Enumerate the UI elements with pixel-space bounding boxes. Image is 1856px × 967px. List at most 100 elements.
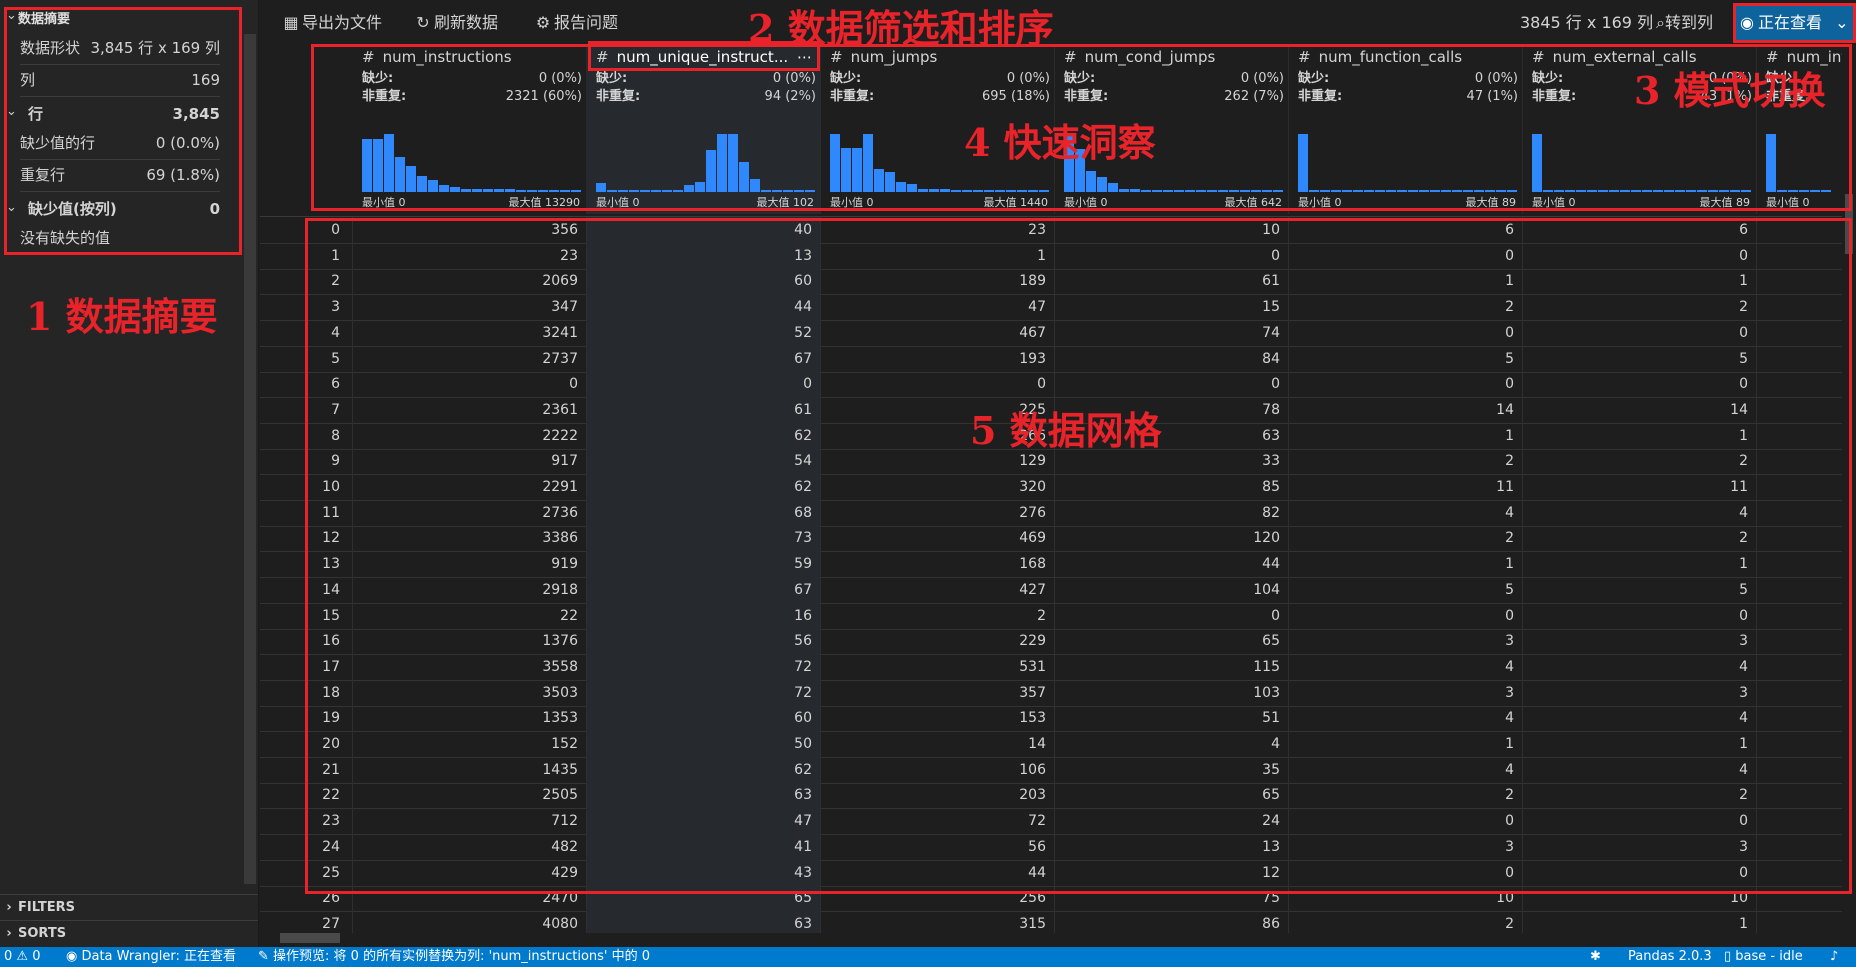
table-cell[interactable]: 2291	[353, 474, 587, 500]
table-cell[interactable]: 65	[1055, 628, 1289, 655]
table-row[interactable]: 5 2737 67 193 84 5 5	[260, 345, 1842, 373]
table-cell[interactable]: 2470	[353, 885, 587, 912]
table-cell[interactable]: 1	[1289, 551, 1523, 578]
table-cell[interactable]: 73	[587, 525, 821, 552]
table-cell[interactable]: 60	[587, 268, 821, 295]
table-cell[interactable]: 85	[1055, 474, 1289, 500]
table-cell[interactable]: 3	[1523, 679, 1757, 706]
column-title[interactable]: # num_cond_jumps	[1064, 48, 1215, 66]
table-cell[interactable]: 3241	[353, 319, 587, 346]
table-cell[interactable]: 1	[1523, 551, 1757, 578]
table-cell[interactable]: 1	[1289, 422, 1523, 449]
table-cell[interactable]: 4	[1523, 756, 1757, 783]
table-cell[interactable]: 320	[821, 474, 1055, 500]
table-cell[interactable]: 63	[587, 910, 821, 933]
column-title[interactable]: # num_instructions	[362, 48, 512, 66]
table-cell[interactable]: 23	[821, 217, 1055, 243]
table-cell[interactable]: 4	[1289, 756, 1523, 783]
table-cell[interactable]: 50	[587, 731, 821, 757]
table-row[interactable]: 13 919 59 168 44 1 1	[260, 551, 1842, 579]
table-cell[interactable]: 0	[353, 371, 587, 398]
table-cell[interactable]: 40	[587, 217, 821, 243]
table-cell[interactable]: 43	[587, 859, 821, 886]
table-cell[interactable]: 1435	[353, 756, 587, 783]
chevron-down-icon[interactable]: ⌄	[6, 200, 17, 215]
table-row[interactable]: 20 152 50 14 4 1 1	[260, 731, 1842, 758]
table-cell[interactable]: 2361	[353, 396, 587, 423]
table-cell[interactable]: 1	[1523, 910, 1757, 933]
table-cell[interactable]: 315	[821, 910, 1055, 933]
table-cell[interactable]: 2	[1289, 448, 1523, 475]
table-cell[interactable]: 16	[587, 602, 821, 629]
table-cell[interactable]: 62	[587, 422, 821, 449]
table-cell[interactable]: 5	[1289, 576, 1523, 603]
vertical-scrollbar[interactable]	[1842, 44, 1856, 932]
table-cell[interactable]: 3	[1523, 628, 1757, 655]
table-cell[interactable]: 11	[1523, 474, 1757, 500]
table-row[interactable]: 11 2736 68 276 82 4 4	[260, 499, 1842, 527]
table-cell[interactable]: 6	[1523, 217, 1757, 243]
table-cell[interactable]: 0	[1289, 859, 1523, 886]
table-cell[interactable]: 0	[1523, 371, 1757, 398]
table-cell[interactable]: 12	[1055, 859, 1289, 886]
table-cell[interactable]: 229	[821, 628, 1055, 655]
table-cell[interactable]: 13	[587, 242, 821, 269]
table-cell[interactable]: 75	[1055, 885, 1289, 912]
table-cell[interactable]: 168	[821, 551, 1055, 578]
table-cell[interactable]: 103	[1055, 679, 1289, 706]
column-histogram[interactable]	[1766, 124, 1842, 192]
table-cell[interactable]: 22	[353, 602, 587, 629]
table-cell[interactable]: 712	[353, 808, 587, 835]
table-cell[interactable]: 0	[1289, 808, 1523, 835]
table-cell[interactable]: 54	[587, 448, 821, 475]
table-cell[interactable]: 47	[821, 294, 1055, 321]
table-cell[interactable]: 0	[1055, 242, 1289, 269]
table-cell[interactable]: 47	[587, 808, 821, 835]
table-cell[interactable]: 1	[1289, 268, 1523, 295]
table-cell[interactable]: 1	[1523, 422, 1757, 449]
table-cell[interactable]: 44	[821, 859, 1055, 886]
table-cell[interactable]: 276	[821, 499, 1055, 526]
table-cell[interactable]: 3	[1289, 679, 1523, 706]
horizontal-scrollbar[interactable]	[280, 933, 340, 943]
table-cell[interactable]: 4	[1055, 731, 1289, 757]
operation-preview[interactable]: ✎ 操作预览: 将 0 的所有实例替换为列: 'num_instructions…	[258, 947, 650, 967]
table-cell[interactable]: 115	[1055, 653, 1289, 680]
table-cell[interactable]: 1	[1523, 731, 1757, 757]
column-histogram[interactable]	[1298, 124, 1517, 192]
table-cell[interactable]: 0	[1523, 242, 1757, 269]
table-cell[interactable]: 65	[1055, 782, 1289, 809]
table-cell[interactable]: 0	[1289, 371, 1523, 398]
kernel-status[interactable]: ▯ base - idle	[1724, 947, 1803, 967]
table-cell[interactable]: 0	[1055, 371, 1289, 398]
table-cell[interactable]: 356	[353, 217, 587, 243]
table-row[interactable]: 18 3503 72 357 103 3 3	[260, 679, 1842, 707]
table-cell[interactable]: 14	[1289, 396, 1523, 423]
column-histogram[interactable]	[1532, 124, 1751, 192]
table-cell[interactable]: 72	[821, 808, 1055, 835]
table-cell[interactable]: 3	[1289, 628, 1523, 655]
table-row[interactable]: 16 1376 56 229 65 3 3	[260, 628, 1842, 656]
table-cell[interactable]: 44	[1055, 551, 1289, 578]
table-cell[interactable]: 56	[821, 833, 1055, 860]
table-cell[interactable]: 2918	[353, 576, 587, 603]
table-cell[interactable]: 4	[1289, 653, 1523, 680]
export-button[interactable]: ▦ 导出为文件	[280, 12, 382, 34]
table-row[interactable]: 6000000	[260, 371, 1842, 399]
table-cell[interactable]: 68	[587, 499, 821, 526]
table-cell[interactable]: 4	[1289, 499, 1523, 526]
table-cell[interactable]: 62	[587, 756, 821, 783]
table-cell[interactable]: 4	[1523, 499, 1757, 526]
table-cell[interactable]: 0	[821, 371, 1055, 398]
table-row[interactable]: 21 1435 62 106 35 4 4	[260, 756, 1842, 784]
table-cell[interactable]: 65	[587, 885, 821, 912]
table-cell[interactable]: 256	[821, 885, 1055, 912]
table-cell[interactable]: 357	[821, 679, 1055, 706]
table-cell[interactable]: 2222	[353, 422, 587, 449]
table-cell[interactable]: 56	[587, 628, 821, 655]
table-row[interactable]: 23 712 47 72 24 0 0	[260, 808, 1842, 836]
table-cell[interactable]: 15	[1055, 294, 1289, 321]
table-cell[interactable]: 3503	[353, 679, 587, 706]
table-row[interactable]: 12 3386 73 469 120 2 2	[260, 525, 1842, 553]
table-cell[interactable]: 3558	[353, 653, 587, 680]
